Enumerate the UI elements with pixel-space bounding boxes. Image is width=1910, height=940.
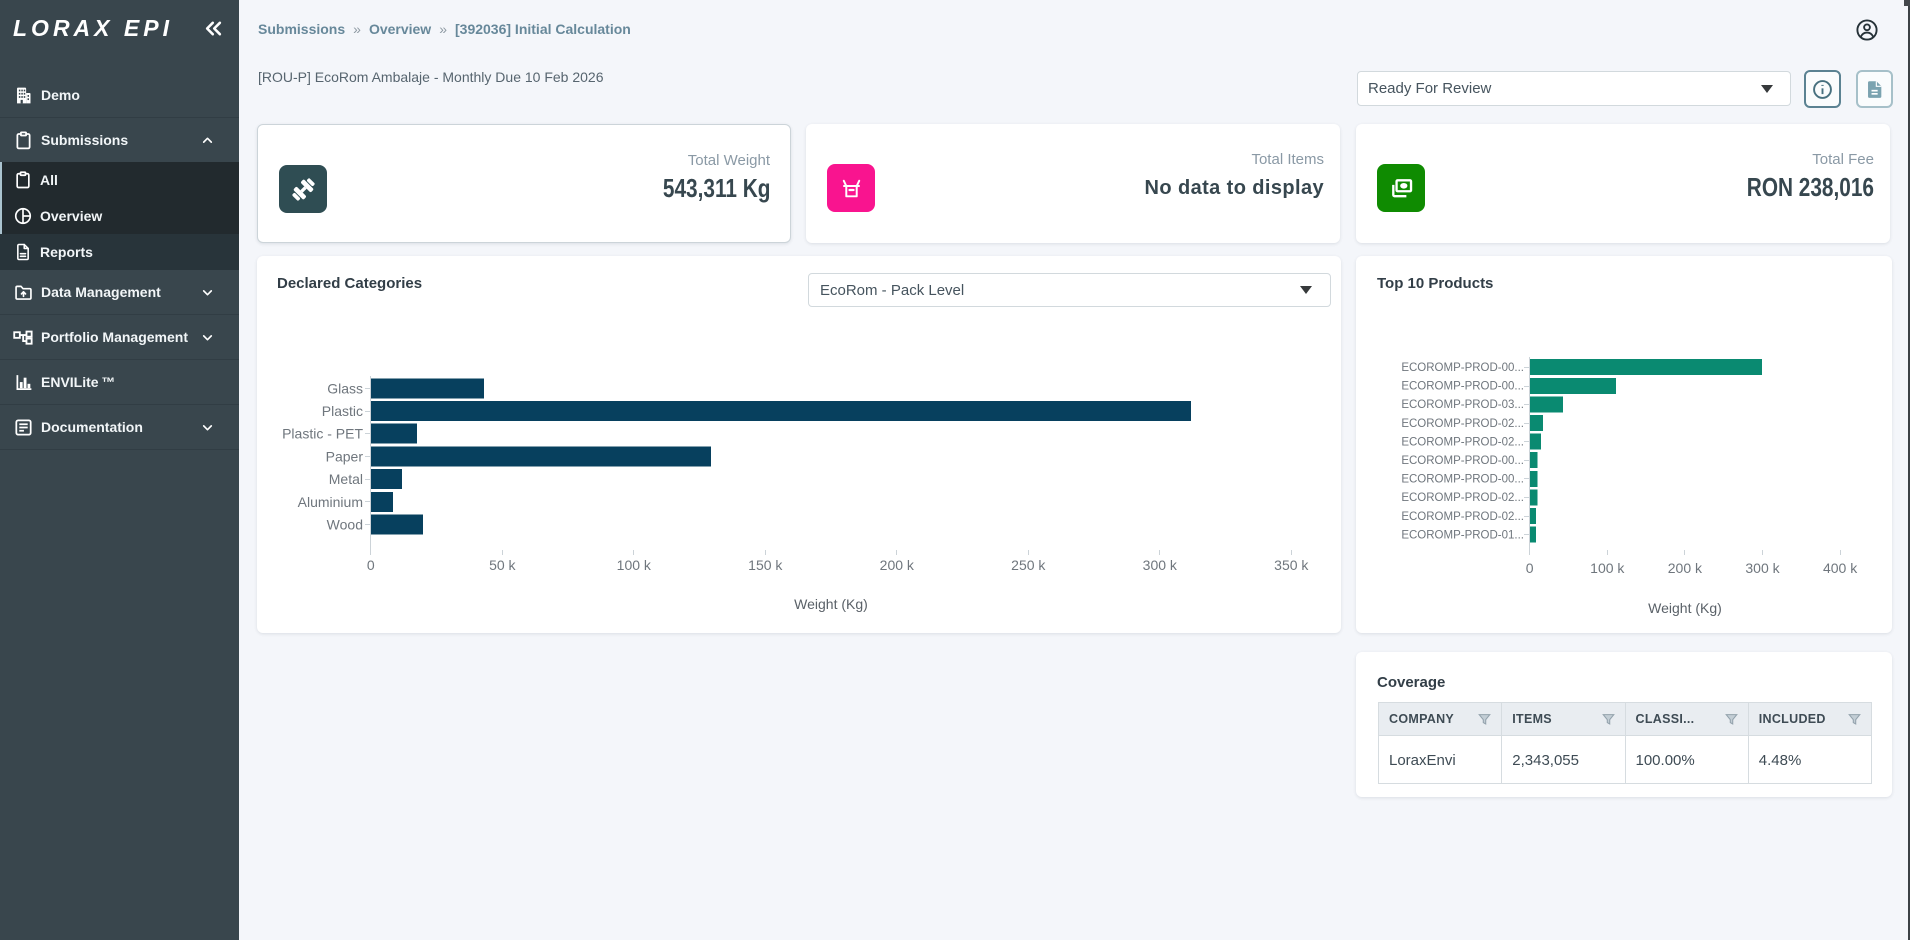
svg-text:150 k: 150 k <box>748 557 783 573</box>
svg-text:ECOROMP-PROD-02...: ECOROMP-PROD-02... <box>1401 492 1524 504</box>
svg-text:Glass: Glass <box>327 380 363 396</box>
svg-text:0: 0 <box>1526 560 1534 576</box>
svg-text:250 k: 250 k <box>1011 557 1046 573</box>
svg-text:300 k: 300 k <box>1143 557 1178 573</box>
svg-text:ECOROMP-PROD-00...: ECOROMP-PROD-00... <box>1401 455 1524 467</box>
svg-text:200 k: 200 k <box>1668 560 1703 576</box>
svg-text:50 k: 50 k <box>489 557 516 573</box>
svg-text:200 k: 200 k <box>880 557 915 573</box>
svg-text:Paper: Paper <box>326 448 364 464</box>
svg-text:0: 0 <box>367 557 375 573</box>
svg-text:ECOROMP-PROD-00...: ECOROMP-PROD-00... <box>1401 474 1524 486</box>
svg-text:Plastic - PET: Plastic - PET <box>282 426 363 442</box>
svg-text:ECOROMP-PROD-00...: ECOROMP-PROD-00... <box>1401 381 1524 393</box>
svg-text:350 k: 350 k <box>1274 557 1309 573</box>
svg-text:ECOROMP-PROD-02...: ECOROMP-PROD-02... <box>1401 418 1524 430</box>
svg-text:ECOROMP-PROD-02...: ECOROMP-PROD-02... <box>1401 511 1524 523</box>
svg-text:Aluminium: Aluminium <box>298 494 363 510</box>
svg-text:400 k: 400 k <box>1823 560 1858 576</box>
svg-text:100 k: 100 k <box>617 557 652 573</box>
svg-text:ECOROMP-PROD-01...: ECOROMP-PROD-01... <box>1401 529 1524 541</box>
svg-text:Weight (Kg): Weight (Kg) <box>1648 600 1722 616</box>
svg-text:Wood: Wood <box>327 517 363 533</box>
svg-text:Plastic: Plastic <box>322 403 363 419</box>
svg-text:300 k: 300 k <box>1745 560 1780 576</box>
svg-text:ECOROMP-PROD-03...: ECOROMP-PROD-03... <box>1401 399 1524 411</box>
svg-text:ECOROMP-PROD-00...: ECOROMP-PROD-00... <box>1401 362 1524 374</box>
svg-text:100 k: 100 k <box>1590 560 1625 576</box>
svg-text:ECOROMP-PROD-02...: ECOROMP-PROD-02... <box>1401 436 1524 448</box>
svg-text:Weight (Kg): Weight (Kg) <box>794 596 868 612</box>
svg-text:Metal: Metal <box>329 471 363 487</box>
